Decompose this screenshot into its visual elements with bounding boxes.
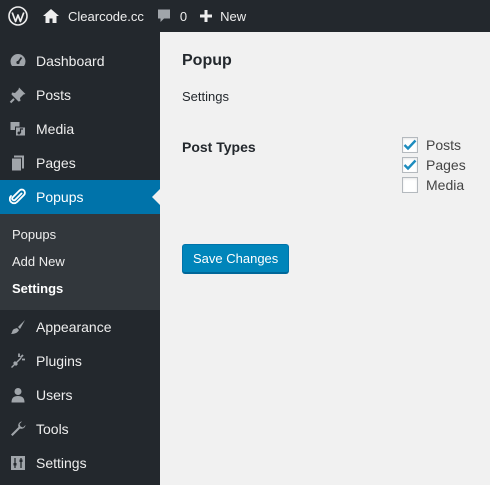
admin-sidebar: Dashboard Posts Media Pages Popups Popup… bbox=[0, 32, 160, 485]
field-label: Post Types bbox=[182, 139, 256, 155]
menu-item-appearance[interactable]: Appearance bbox=[0, 310, 160, 344]
site-name: Clearcode.cc bbox=[68, 8, 144, 24]
settings-sliders-icon bbox=[0, 454, 36, 472]
new-content-button[interactable]: New bbox=[195, 0, 254, 32]
menu-item-settings[interactable]: Settings bbox=[0, 446, 160, 480]
post-types-field: Post Types Posts Pages Media bbox=[182, 135, 490, 195]
menu-item-users[interactable]: Users bbox=[0, 378, 160, 412]
menu-label: Appearance bbox=[36, 319, 112, 335]
pushpin-icon bbox=[0, 86, 36, 104]
menu-label: Settings bbox=[36, 455, 87, 471]
wrench-icon bbox=[0, 420, 36, 438]
menu-item-popups[interactable]: Popups bbox=[0, 180, 160, 214]
option-media[interactable]: Media bbox=[402, 175, 466, 195]
paperclip-icon bbox=[0, 188, 36, 206]
menu-item-media[interactable]: Media bbox=[0, 112, 160, 146]
option-posts[interactable]: Posts bbox=[402, 135, 466, 155]
home-icon bbox=[43, 9, 59, 23]
menu-item-dashboard[interactable]: Dashboard bbox=[0, 44, 160, 78]
menu-item-plugins[interactable]: Plugins bbox=[0, 344, 160, 378]
pages-icon bbox=[0, 154, 36, 172]
popups-submenu: Popups Add New Settings bbox=[0, 214, 160, 310]
checkbox-media[interactable] bbox=[402, 177, 418, 193]
menu-label: Plugins bbox=[36, 353, 82, 369]
option-pages[interactable]: Pages bbox=[402, 155, 466, 175]
menu-item-posts[interactable]: Posts bbox=[0, 78, 160, 112]
wordpress-logo-icon bbox=[8, 6, 28, 26]
plus-icon bbox=[200, 10, 213, 22]
option-label: Media bbox=[426, 177, 465, 193]
new-label: New bbox=[220, 8, 247, 24]
menu-label: Media bbox=[36, 121, 75, 137]
menu-label: Users bbox=[36, 387, 73, 403]
menu-label: Tools bbox=[36, 421, 69, 437]
post-types-checkboxes: Posts Pages Media bbox=[402, 135, 466, 195]
comments-count: 0 bbox=[179, 8, 188, 24]
page-subtitle: Settings bbox=[182, 89, 229, 104]
menu-label: Dashboard bbox=[36, 53, 105, 69]
checkbox-posts[interactable] bbox=[402, 137, 418, 153]
menu-item-tools[interactable]: Tools bbox=[0, 412, 160, 446]
submenu-item-add-new[interactable]: Add New bbox=[0, 248, 160, 275]
menu-label: Posts bbox=[36, 87, 72, 103]
submenu-item-settings[interactable]: Settings bbox=[0, 275, 160, 302]
media-icon bbox=[0, 120, 36, 138]
main-content: Popup Settings Post Types Posts Pages Me… bbox=[160, 32, 490, 485]
site-name-link[interactable]: Clearcode.cc bbox=[36, 0, 152, 32]
wordpress-logo-button[interactable] bbox=[0, 0, 36, 32]
dashboard-icon bbox=[0, 52, 36, 70]
menu-label: Popups bbox=[36, 189, 84, 205]
checkmark-icon bbox=[403, 139, 417, 151]
comment-bubble-icon bbox=[157, 9, 170, 22]
page-title: Popup bbox=[182, 52, 232, 69]
save-changes-button[interactable]: Save Changes bbox=[182, 244, 290, 273]
checkbox-pages[interactable] bbox=[402, 157, 418, 173]
menu-item-pages[interactable]: Pages bbox=[0, 146, 160, 180]
plugin-icon bbox=[0, 352, 36, 370]
submenu-item-popups[interactable]: Popups bbox=[0, 221, 160, 248]
user-icon bbox=[0, 386, 36, 404]
paintbrush-icon bbox=[0, 318, 36, 336]
option-label: Pages bbox=[426, 157, 466, 173]
admin-bar: Clearcode.cc 0 New bbox=[0, 0, 490, 32]
comments-link[interactable]: 0 bbox=[152, 0, 195, 32]
checkmark-icon bbox=[403, 159, 417, 171]
option-label: Posts bbox=[426, 137, 462, 153]
menu-label: Pages bbox=[36, 155, 76, 171]
